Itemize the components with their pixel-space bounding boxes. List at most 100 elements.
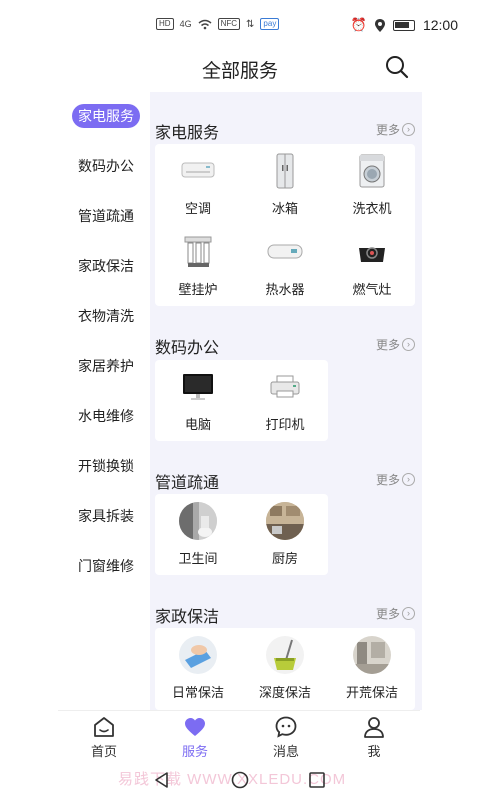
battery-icon	[392, 19, 415, 31]
service-item-computer[interactable]: 电脑	[155, 360, 241, 440]
bottom-nav: 首页 服务 消息 我	[58, 710, 420, 762]
bathroom-icon	[179, 502, 217, 540]
section-header-appliance: 家电服务 更多 ›	[155, 119, 415, 143]
sidebar-item-laundry[interactable]: 衣物清洗	[72, 304, 140, 328]
service-item-reclamation-cleaning[interactable]: 开荒保洁	[329, 628, 415, 708]
service-label: 燃气灶	[352, 282, 392, 297]
recents-button[interactable]	[307, 770, 327, 790]
service-item-kitchen[interactable]: 厨房	[242, 494, 328, 574]
service-label: 卫生间	[178, 551, 218, 566]
signal-icon: 4G	[179, 19, 192, 29]
back-triangle-icon	[155, 772, 168, 788]
service-item-bathroom[interactable]: 卫生间	[155, 494, 241, 574]
service-label: 开荒保洁	[345, 685, 398, 700]
chevron-right-icon: ›	[402, 473, 415, 486]
gas-stove-icon	[353, 233, 391, 271]
header: 全部服务	[0, 52, 480, 92]
sidebar-item-plumbing-electric[interactable]: 水电维修	[72, 404, 140, 428]
service-item-printer[interactable]: 打印机	[242, 360, 328, 440]
recents-square-icon	[309, 772, 325, 788]
chat-bubble-icon	[274, 715, 298, 739]
deep-cleaning-icon	[266, 636, 304, 674]
service-item-wall-boiler[interactable]: 壁挂炉	[155, 225, 241, 305]
service-item-deep-cleaning[interactable]: 深度保洁	[242, 628, 328, 708]
chevron-right-icon: ›	[402, 338, 415, 351]
sidebar-item-furniture[interactable]: 家具拆装	[72, 504, 140, 528]
nav-me[interactable]: 我	[344, 715, 404, 761]
sidebar-item-digital-office[interactable]: 数码办公	[72, 154, 140, 178]
more-label: 更多	[375, 473, 400, 487]
home-system-button[interactable]	[230, 770, 250, 790]
service-label: 热水器	[265, 282, 305, 297]
more-link[interactable]: 更多 ›	[376, 121, 415, 138]
more-label: 更多	[375, 123, 400, 137]
sidebar-item-home-care[interactable]: 家居养护	[72, 354, 140, 378]
more-link[interactable]: 更多 ›	[376, 605, 415, 622]
more-link[interactable]: 更多 ›	[376, 336, 415, 353]
nav-label: 我	[367, 744, 381, 759]
nav-home[interactable]: 首页	[74, 715, 134, 761]
more-label: 更多	[375, 338, 400, 352]
back-button[interactable]	[152, 770, 172, 790]
service-item-water-heater[interactable]: 热水器	[242, 225, 328, 305]
service-item-fridge[interactable]: 冰箱	[242, 144, 328, 224]
user-icon	[362, 715, 386, 739]
printer-icon	[266, 368, 304, 406]
heart-icon	[183, 715, 207, 739]
sidebar-item-housekeeping[interactable]: 家政保洁	[72, 254, 140, 278]
section-card-housekeeping: 日常保洁 深度保洁 开荒保洁	[155, 628, 415, 710]
service-label: 打印机	[265, 417, 305, 432]
service-label: 洗衣机	[352, 201, 392, 216]
status-bar: HD 4G NFC ⇅ pay ⏰ 12:00	[0, 0, 480, 52]
service-label: 壁挂炉	[178, 282, 218, 297]
section-title: 家政保洁	[155, 609, 220, 626]
search-icon	[386, 56, 409, 79]
chevron-right-icon: ›	[402, 123, 415, 136]
service-item-gas-stove[interactable]: 燃气灶	[329, 225, 415, 305]
kitchen-icon	[266, 502, 304, 540]
sidebar-item-doors-windows[interactable]: 门窗维修	[72, 554, 140, 578]
sidebar-item-locksmith[interactable]: 开锁换锁	[72, 454, 140, 478]
sidebar-item-pipe-dredging[interactable]: 管道疏通	[72, 204, 140, 228]
computer-icon	[179, 368, 217, 406]
section-header-housekeeping: 家政保洁 更多 ›	[155, 603, 415, 627]
status-right: ⏰ 12:00	[351, 17, 458, 33]
reclamation-cleaning-icon	[353, 636, 391, 674]
nfc-icon: NFC	[217, 18, 241, 30]
nav-services[interactable]: 服务	[165, 715, 225, 761]
service-item-air-conditioner[interactable]: 空调	[155, 144, 241, 224]
service-label: 厨房	[271, 551, 298, 566]
water-heater-icon	[266, 233, 304, 271]
home-icon	[92, 715, 116, 739]
nav-label: 消息	[272, 744, 299, 759]
home-circle-icon	[231, 771, 249, 789]
nav-label: 服务	[181, 744, 208, 759]
section-title: 管道疏通	[155, 475, 220, 492]
search-button[interactable]	[384, 54, 410, 80]
section-header-digital-office: 数码办公 更多 ›	[155, 334, 415, 358]
usb-icon: ⇅	[246, 18, 255, 30]
service-label: 空调	[184, 201, 211, 216]
location-icon	[374, 18, 385, 32]
fridge-icon	[266, 152, 304, 190]
sidebar-item-appliance[interactable]: 家电服务	[72, 104, 140, 128]
chevron-right-icon: ›	[402, 607, 415, 620]
daily-cleaning-icon	[179, 636, 217, 674]
nav-label: 首页	[90, 744, 117, 759]
more-link[interactable]: 更多 ›	[376, 471, 415, 488]
section-title: 数码办公	[155, 340, 220, 357]
wifi-icon	[198, 19, 212, 29]
section-card-digital-office: 电脑 打印机	[155, 360, 328, 441]
alarm-icon: ⏰	[350, 17, 367, 32]
more-label: 更多	[375, 607, 400, 621]
air-conditioner-icon	[179, 152, 217, 190]
service-item-daily-cleaning[interactable]: 日常保洁	[155, 628, 241, 708]
service-item-washing-machine[interactable]: 洗衣机	[329, 144, 415, 224]
hd-icon: HD	[156, 18, 174, 30]
section-card-pipe-dredging: 卫生间 厨房	[155, 494, 328, 575]
service-label: 深度保洁	[258, 685, 311, 700]
section-title: 家电服务	[155, 125, 220, 142]
service-label: 日常保洁	[171, 685, 224, 700]
status-indicators: HD 4G NFC ⇅ pay	[156, 18, 280, 30]
nav-messages[interactable]: 消息	[256, 715, 316, 761]
